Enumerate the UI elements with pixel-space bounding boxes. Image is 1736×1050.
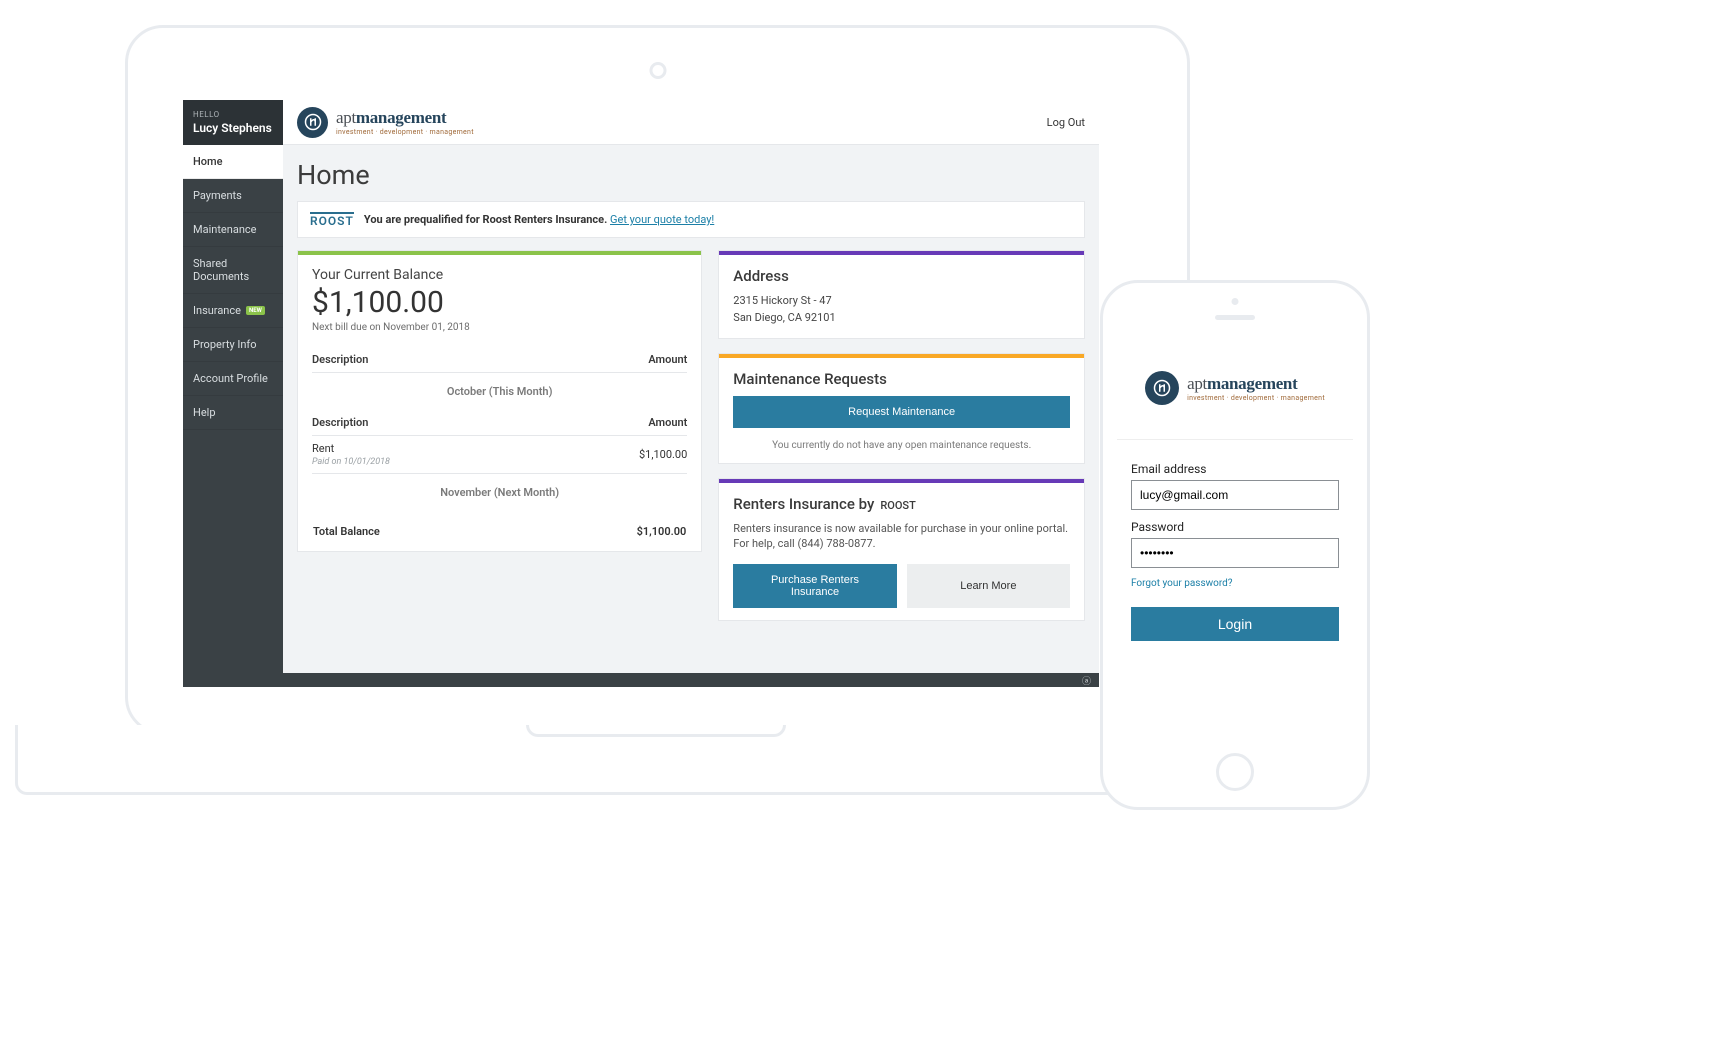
email-field[interactable] <box>1131 480 1339 510</box>
sidebar: HELLO Lucy Stephens Home Payments Mainte… <box>183 100 283 687</box>
month-heading: October (This Month) <box>312 373 687 411</box>
maintenance-card: Maintenance Requests Request Maintenance… <box>718 353 1085 464</box>
password-field[interactable] <box>1131 538 1339 568</box>
brand: aptmanagement investment · development ·… <box>297 107 474 138</box>
renters-insurance-text: Renters insurance is now available for p… <box>733 521 1070 552</box>
bottombar: ⓐ <box>283 673 1099 687</box>
greeting-username: Lucy Stephens <box>193 121 273 135</box>
sidebar-item-payments[interactable]: Payments <box>183 179 283 213</box>
balance-amount: $1,100.00 <box>312 285 687 320</box>
phone-speaker-icon <box>1215 315 1255 320</box>
app-screen: HELLO Lucy Stephens Home Payments Mainte… <box>183 100 1099 687</box>
address-card: Address 2315 Hickory St - 47 San Diego, … <box>718 250 1085 339</box>
brand-logo-icon <box>297 107 328 138</box>
maintenance-empty-text: You currently do not have any open maint… <box>733 440 1070 451</box>
request-maintenance-button[interactable]: Request Maintenance <box>733 396 1070 428</box>
notice-link[interactable]: Get your quote today! <box>610 213 714 226</box>
main-area: aptmanagement investment · development ·… <box>283 100 1099 687</box>
sidebar-item-maintenance[interactable]: Maintenance <box>183 213 283 247</box>
logout-link[interactable]: Log Out <box>1047 116 1085 129</box>
th-amount: Amount <box>538 410 688 436</box>
topbar: aptmanagement investment · development ·… <box>283 100 1099 145</box>
th-description: Description <box>312 410 538 436</box>
row-amt: $1,100.00 <box>538 436 688 474</box>
brand-logo-icon <box>1145 371 1179 405</box>
login-form: Email address Password Forgot your passw… <box>1117 440 1353 657</box>
email-label: Email address <box>1131 462 1339 476</box>
phone-frame: aptmanagement investment · development ·… <box>1100 280 1370 810</box>
sidebar-item-shared-documents[interactable]: Shared Documents <box>183 247 283 294</box>
laptop-trackpad-notch <box>526 725 786 737</box>
brand-text: aptmanagement investment · development ·… <box>336 109 474 136</box>
sidebar-item-account-profile[interactable]: Account Profile <box>183 362 283 396</box>
notice-text: You are prequalified for Roost Renters I… <box>364 213 714 226</box>
phone-camera-icon <box>1232 298 1239 305</box>
sidebar-item-home[interactable]: Home <box>183 145 283 179</box>
balance-card: Your Current Balance $1,100.00 Next bill… <box>297 250 702 552</box>
th-description: Description <box>312 347 538 373</box>
balance-sub: Next bill due on November 01, 2018 <box>312 322 687 333</box>
learn-more-button[interactable]: Learn More <box>907 564 1070 608</box>
address-title: Address <box>733 267 1070 285</box>
total-label: Total Balance <box>312 511 538 539</box>
roost-logo-icon: ROOST <box>310 212 354 227</box>
prequalified-notice: ROOST You are prequalified for Roost Ren… <box>297 201 1085 238</box>
bottombar-icon: ⓐ <box>1082 674 1091 687</box>
month-heading: November (Next Month) <box>312 474 687 512</box>
brand-text: aptmanagement investment · development ·… <box>1187 375 1325 402</box>
maintenance-title: Maintenance Requests <box>733 370 1070 388</box>
page-body: Home ROOST You are prequalified for Roos… <box>283 145 1099 687</box>
sidebar-item-property-info[interactable]: Property Info <box>183 328 283 362</box>
password-label: Password <box>1131 520 1339 534</box>
forgot-password-link[interactable]: Forgot your password? <box>1131 578 1339 589</box>
laptop-camera-icon <box>649 62 666 79</box>
balance-table: Description Amount October (This Month) … <box>312 347 687 539</box>
phone-screen: aptmanagement investment · development ·… <box>1117 345 1353 735</box>
row-desc: Rent Paid on 10/01/2018 <box>312 436 538 474</box>
balance-title: Your Current Balance <box>312 267 687 283</box>
login-button[interactable]: Login <box>1131 607 1339 641</box>
renters-insurance-title: Renters Insurance by ROOST <box>733 495 1070 513</box>
th-amount: Amount <box>538 347 688 373</box>
greeting-hello-label: HELLO <box>193 110 273 119</box>
address-line-2: San Diego, CA 92101 <box>733 310 1070 327</box>
renters-insurance-card: Renters Insurance by ROOST Renters insur… <box>718 478 1085 621</box>
new-badge: NEW <box>246 306 265 315</box>
sidebar-item-help[interactable]: Help <box>183 396 283 430</box>
sidebar-greeting: HELLO Lucy Stephens <box>183 100 283 145</box>
total-value: $1,100.00 <box>538 511 688 539</box>
purchase-insurance-button[interactable]: Purchase Renters Insurance <box>733 564 896 608</box>
roost-logo-icon: ROOST <box>880 499 915 512</box>
address-line-1: 2315 Hickory St - 47 <box>733 293 1070 310</box>
phone-brand: aptmanagement investment · development ·… <box>1117 345 1353 440</box>
sidebar-item-insurance[interactable]: InsuranceNEW <box>183 294 283 328</box>
phone-home-button-icon <box>1216 753 1254 791</box>
page-title: Home <box>297 159 1085 191</box>
sidebar-nav: Home Payments Maintenance Shared Documen… <box>183 145 283 430</box>
